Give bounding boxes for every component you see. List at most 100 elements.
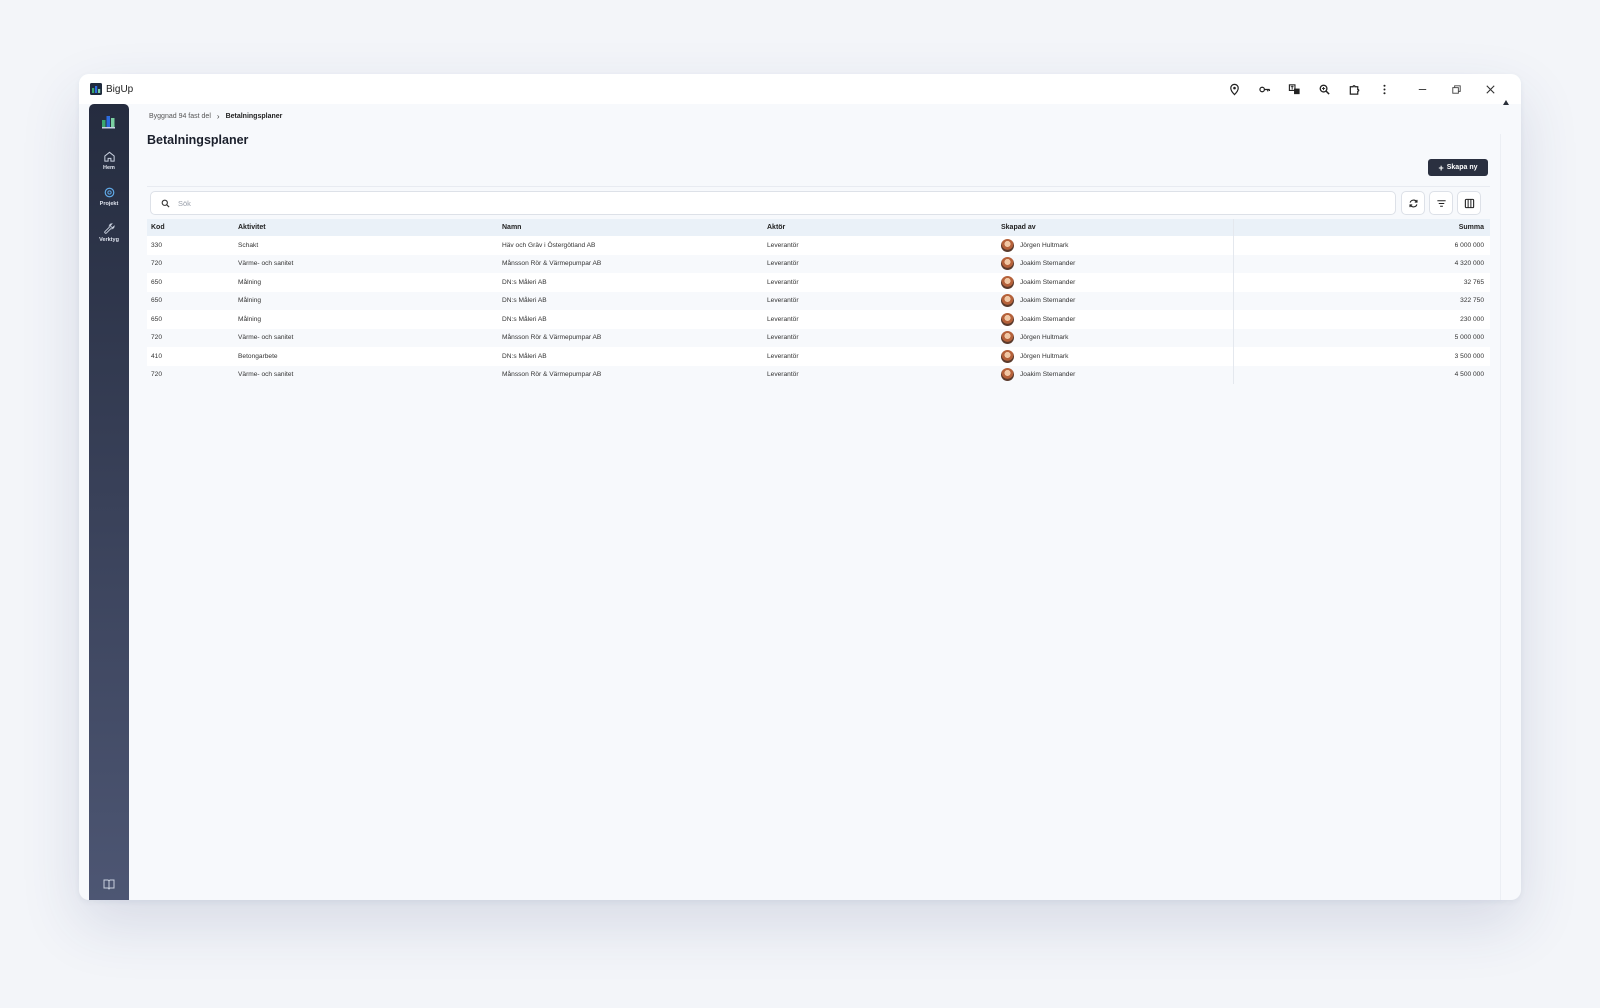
cell-namn: Månsson Rör & Värmepumpar AB: [502, 260, 602, 268]
avatar: [1001, 294, 1014, 308]
avatar: [1001, 238, 1014, 252]
search-icon: [161, 199, 170, 208]
more-vert-icon[interactable]: [1369, 74, 1399, 104]
extensions-icon[interactable]: [1339, 74, 1369, 104]
creator-name: Jörgen Hultmark: [1020, 241, 1069, 249]
cell-namn: DN:s Måleri AB: [502, 297, 547, 305]
sidebar-item-verktyg[interactable]: Verktyg: [89, 216, 129, 248]
header-kod[interactable]: Kod: [151, 224, 165, 231]
cell-kod: 650: [151, 315, 163, 323]
creator-name: Joakim Sternander: [1020, 315, 1076, 323]
table-row[interactable]: 720 Värme- och sanitet Månsson Rör & Värme…: [147, 365, 1490, 384]
cell-skapad-av: Jörgen Hultmark: [1001, 238, 1069, 252]
home-icon: [103, 151, 115, 162]
wrench-icon: [103, 222, 115, 234]
cell-summa: 230 000: [1460, 315, 1484, 323]
translate-icon[interactable]: [1279, 74, 1309, 104]
minimize-icon[interactable]: [1405, 74, 1439, 104]
cell-aktor: Leverantör: [767, 334, 799, 342]
titlebar-actions: [1219, 74, 1507, 104]
close-icon[interactable]: [1473, 74, 1507, 104]
app-title: BigUp: [106, 83, 134, 95]
cell-namn: Månsson Rör & Värmepumpar AB: [502, 334, 602, 342]
cell-kod: 650: [151, 278, 163, 286]
column-divider: [1233, 254, 1234, 273]
cell-aktivitet: Schakt: [238, 241, 259, 249]
header-divider: [147, 186, 1490, 187]
project-icon: [104, 187, 114, 197]
header-summa[interactable]: Summa: [1459, 224, 1484, 231]
creator-name: Jörgen Hultmark: [1020, 352, 1069, 360]
table-header: Kod Aktivitet Namn Aktör Skapad av Summa: [147, 219, 1490, 236]
create-new-label: Skapa ny: [1446, 164, 1478, 171]
restore-icon[interactable]: [1439, 74, 1473, 104]
sidebar-item-hem[interactable]: Hem: [89, 144, 129, 176]
location-pin-icon[interactable]: [1219, 74, 1249, 104]
column-divider: [1233, 310, 1234, 329]
search-input[interactable]: [176, 197, 1330, 209]
title-bar: BigUp: [79, 74, 1521, 104]
cell-kod: 330: [151, 241, 163, 249]
cell-summa: 5 000 000: [1454, 334, 1484, 342]
table-row[interactable]: 410 Betongarbete DN:s Måleri AB Leverantör J…: [147, 347, 1490, 366]
refresh-button[interactable]: [1401, 191, 1425, 215]
book-icon[interactable]: [102, 877, 116, 891]
cell-aktivitet: Värme- och sanitet: [238, 334, 294, 342]
zoom-icon[interactable]: [1309, 74, 1339, 104]
filter-icon: [1436, 199, 1446, 207]
cell-kod: 720: [151, 371, 163, 379]
header-namn[interactable]: Namn: [502, 224, 521, 231]
header-aktivitet[interactable]: Aktivitet: [238, 224, 266, 231]
sidebar: Hem Projekt Verktyg: [89, 104, 129, 900]
cell-aktor: Leverantör: [767, 352, 799, 360]
cell-aktor: Leverantör: [767, 297, 799, 305]
bigup-logo-icon: [90, 83, 102, 95]
avatar: [1001, 331, 1014, 345]
table-body: 330 Schakt Häv och Gräv i Östergötland AB L…: [147, 236, 1490, 384]
page-title: Betalningsplaner: [147, 133, 249, 147]
column-divider: [1233, 328, 1234, 347]
table-row[interactable]: 720 Värme- och sanitet Månsson Rör & Värme…: [147, 328, 1490, 347]
avatar: [1001, 257, 1014, 271]
column-divider: [1233, 273, 1234, 292]
breadcrumb-current: Betalningsplaner: [225, 113, 283, 120]
breadcrumb: Byggnad 94 fast del › Betalningsplaner: [149, 112, 282, 121]
sidebar-item-projekt[interactable]: Projekt: [89, 180, 129, 212]
column-divider: [1233, 291, 1234, 310]
columns-icon: [1464, 198, 1474, 208]
cell-aktor: Leverantör: [767, 241, 799, 249]
sidebar-logo-icon[interactable]: [101, 113, 117, 129]
refresh-icon: [1408, 199, 1418, 207]
header-skapad-av[interactable]: Skapad av: [1001, 224, 1036, 231]
table-row[interactable]: 650 Målning DN:s Måleri AB Leverantör Joakim…: [147, 310, 1490, 329]
table-row[interactable]: 650 Målning DN:s Måleri AB Leverantör Joakim…: [147, 291, 1490, 310]
plus-icon: +: [1438, 162, 1444, 173]
cell-aktivitet: Målning: [238, 297, 262, 305]
cell-aktivitet: Värme- och sanitet: [238, 260, 294, 268]
columns-button[interactable]: [1457, 191, 1481, 215]
create-new-button[interactable]: + Skapa ny: [1428, 159, 1488, 176]
header-aktor[interactable]: Aktör: [767, 224, 785, 231]
table-row[interactable]: 330 Schakt Häv och Gräv i Östergötland AB L…: [147, 236, 1490, 255]
cell-summa: 32 765: [1463, 278, 1484, 286]
scrollbar-track[interactable]: [1500, 134, 1501, 900]
search-box: [150, 191, 1396, 215]
scroll-up-icon[interactable]: [1503, 100, 1509, 105]
cell-summa: 6 000 000: [1454, 241, 1484, 249]
cell-summa: 4 500 000: [1454, 371, 1484, 379]
sidebar-item-label: Verktyg: [99, 236, 119, 243]
avatar: [1001, 312, 1014, 326]
column-divider: [1233, 219, 1234, 236]
key-icon[interactable]: [1249, 74, 1279, 104]
breadcrumb-parent[interactable]: Byggnad 94 fast del: [149, 113, 211, 120]
cell-aktivitet: Målning: [238, 278, 262, 286]
cell-summa: 4 320 000: [1454, 260, 1484, 268]
cell-aktor: Leverantör: [767, 371, 799, 379]
cell-namn: Månsson Rör & Värmepumpar AB: [502, 371, 602, 379]
table-row[interactable]: 650 Målning DN:s Måleri AB Leverantör Joakim…: [147, 273, 1490, 292]
sidebar-item-label: Projekt: [99, 200, 119, 207]
table-row[interactable]: 720 Värme- och sanitet Månsson Rör & Värme…: [147, 254, 1490, 273]
avatar: [1001, 349, 1014, 363]
filter-button[interactable]: [1429, 191, 1453, 215]
cell-namn: DN:s Måleri AB: [502, 352, 547, 360]
